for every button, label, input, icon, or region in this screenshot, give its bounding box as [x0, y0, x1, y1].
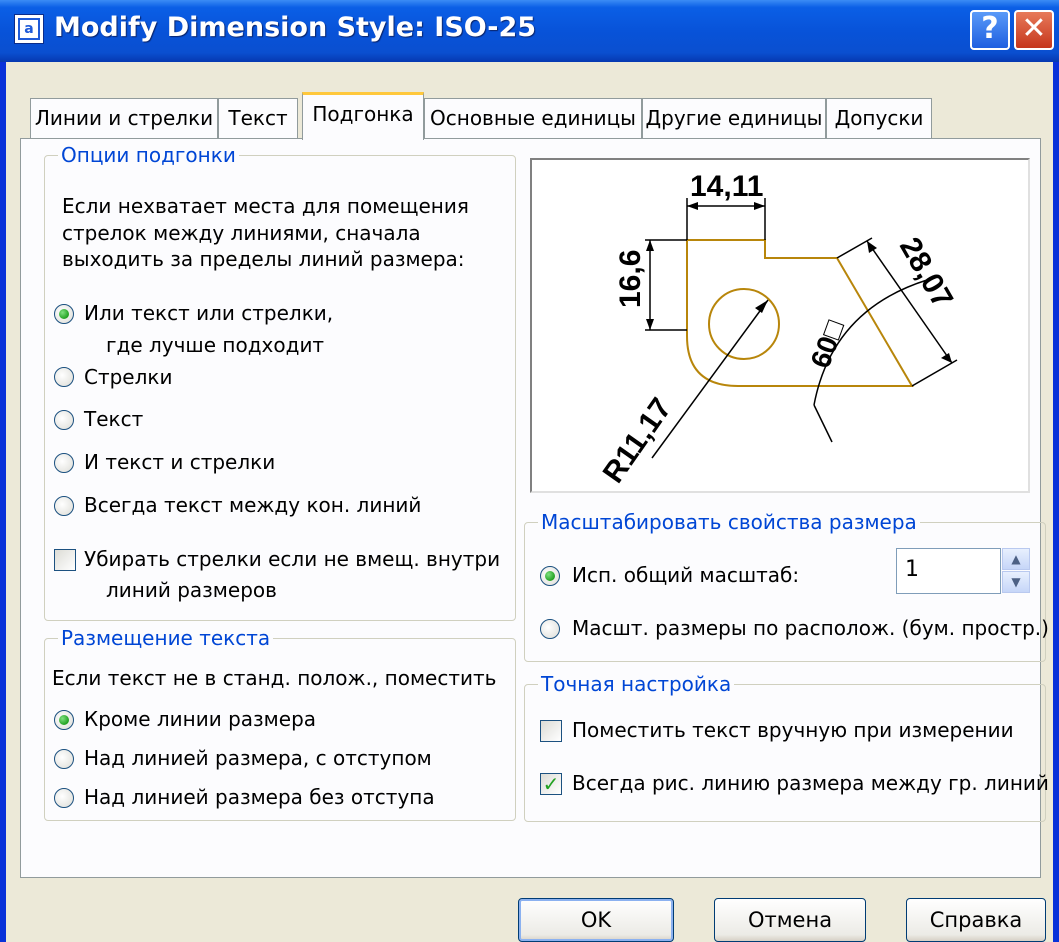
radio-label: Текст	[84, 407, 144, 431]
radio-use-overall-scale[interactable]	[540, 566, 560, 586]
preview-drawing: 14,11 16,6 28,07 60□ R11,17	[597, 170, 959, 489]
dim-text-right: 28,07	[893, 232, 959, 314]
close-icon: ✕	[1021, 11, 1047, 46]
radio-always-keep-text[interactable]	[54, 496, 74, 516]
tab-lines-arrows[interactable]: Линии и стрелки	[30, 98, 218, 138]
close-button[interactable]: ✕	[1014, 10, 1054, 50]
dim-text-radius: R11,17	[597, 392, 679, 489]
fit-options-legend: Опции подгонки	[58, 143, 239, 167]
radio-both-text-and-arrows[interactable]	[54, 453, 74, 473]
checkbox-label: Поместить текст вручную при измерении	[572, 718, 1014, 742]
dim-text-angle: 60□	[805, 316, 851, 372]
checkbox-draw-dim-line-between[interactable]: ✓	[540, 773, 562, 795]
checkbox-label: Всегда рис. линию размера между гр. лини…	[572, 771, 1049, 795]
text-placement-legend: Размещение текста	[58, 626, 274, 650]
tab-text[interactable]: Текст	[218, 98, 298, 138]
checkbox-place-text-manually[interactable]	[540, 720, 562, 742]
checkbox-label: Убирать стрелки если не вмещ. внутри	[84, 547, 501, 571]
question-mark-icon: ?	[981, 11, 999, 46]
dim-text-left: 16,6	[614, 250, 647, 308]
spin-up-button[interactable]: ▲	[1002, 548, 1030, 570]
title-bar[interactable]: a Modify Dimension Style: ISO-25 ? ✕	[0, 0, 1059, 62]
window-title: Modify Dimension Style: ISO-25	[54, 12, 537, 43]
radio-over-dim-line-with-leader[interactable]	[54, 749, 74, 769]
ok-button[interactable]: OK	[518, 898, 674, 942]
tab-tolerances[interactable]: Допуски	[826, 98, 932, 138]
radio-label: Над линией размера без отступа	[84, 785, 435, 809]
arrow-up-icon: ▲	[1011, 552, 1021, 566]
tab-fit[interactable]: Подгонка	[302, 92, 424, 140]
help-button[interactable]: Справка	[906, 898, 1046, 942]
spin-down-button[interactable]: ▼	[1002, 571, 1030, 593]
checkbox-suppress-arrows[interactable]	[54, 549, 76, 571]
cancel-button[interactable]: Отмена	[714, 898, 866, 942]
fit-description-line: Если нехватает места для помещения	[62, 194, 469, 218]
arrow-down-icon: ▼	[1011, 575, 1021, 589]
tab-alternate-units[interactable]: Другие единицы	[642, 98, 826, 138]
radio-label: Стрелки	[84, 365, 173, 389]
fit-description-line: стрелок между линиями, сначала	[62, 221, 421, 245]
text-placement-description: Если текст не в станд. полож., поместить	[52, 666, 497, 690]
dimension-preview: 14,11 16,6 28,07 60□ R11,17	[530, 158, 1030, 493]
checkbox-label: линий размеров	[106, 578, 277, 602]
tab-primary-units[interactable]: Основные единицы	[424, 98, 642, 138]
radio-text[interactable]	[54, 410, 74, 430]
radio-label: Над линией размера, с отступом	[84, 746, 432, 770]
radio-arrows[interactable]	[54, 367, 74, 387]
app-icon: a	[14, 14, 44, 44]
radio-label: Исп. общий масштаб:	[572, 563, 800, 587]
overall-scale-input[interactable]: 1	[896, 548, 1001, 594]
checkmark-icon: ✓	[542, 772, 560, 796]
radio-label: И текст и стрелки	[84, 450, 276, 474]
radio-label: Или текст или стрелки,	[84, 301, 334, 325]
radio-beside-dim-line[interactable]	[54, 710, 74, 730]
radio-label: Кроме линии размера	[84, 707, 317, 731]
dim-text-top: 14,11	[690, 170, 763, 203]
scale-legend: Масштабировать свойства размера	[538, 510, 920, 534]
radio-over-dim-line-without-leader[interactable]	[54, 788, 74, 808]
fine-tuning-group	[524, 684, 1046, 822]
fine-tuning-legend: Точная настройка	[538, 672, 735, 696]
fit-description-line: выходить за пределы линий размера:	[62, 247, 465, 271]
radio-label: где лучше подходит	[106, 333, 325, 357]
part-hole	[708, 288, 780, 360]
radio-scale-to-layout[interactable]	[540, 619, 560, 639]
radio-either-text-or-arrows[interactable]	[54, 304, 74, 324]
radio-label: Масшт. размеры по располож. (бум. простр…	[572, 616, 1049, 640]
radio-label: Всегда текст между кон. линий	[84, 493, 422, 517]
help-title-button[interactable]: ?	[970, 10, 1010, 50]
